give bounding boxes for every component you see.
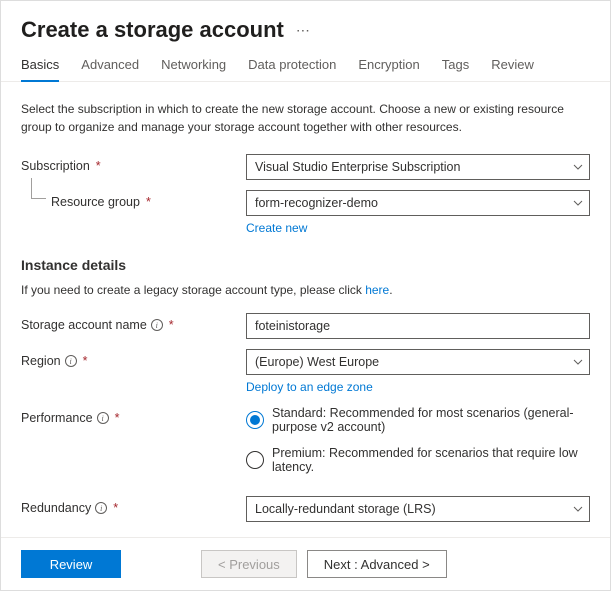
tab-advanced[interactable]: Advanced bbox=[81, 57, 139, 82]
footer: Review < Previous Next : Advanced > bbox=[1, 537, 610, 590]
tab-tags[interactable]: Tags bbox=[442, 57, 469, 82]
tab-networking[interactable]: Networking bbox=[161, 57, 226, 82]
instance-details-heading: Instance details bbox=[21, 257, 590, 273]
redundancy-select[interactable]: Locally-redundant storage (LRS) bbox=[246, 496, 590, 522]
review-button[interactable]: Review bbox=[21, 550, 121, 578]
intro-text: Select the subscription in which to crea… bbox=[21, 100, 590, 136]
info-icon[interactable]: i bbox=[97, 412, 109, 424]
redundancy-label: Redundancy i * bbox=[21, 496, 246, 515]
storage-name-input[interactable] bbox=[246, 313, 590, 339]
info-icon[interactable]: i bbox=[95, 502, 107, 514]
legacy-note: If you need to create a legacy storage a… bbox=[21, 283, 590, 297]
tab-data-protection[interactable]: Data protection bbox=[248, 57, 336, 82]
next-button[interactable]: Next : Advanced > bbox=[307, 550, 447, 578]
performance-standard-radio[interactable] bbox=[246, 411, 264, 429]
chevron-down-icon bbox=[573, 200, 583, 206]
region-label: Region i * bbox=[21, 349, 246, 368]
chevron-down-icon bbox=[573, 506, 583, 512]
more-icon[interactable]: ⋯ bbox=[296, 22, 311, 39]
resource-group-label: Resource group* bbox=[21, 190, 246, 209]
storage-name-label: Storage account name i * bbox=[21, 313, 246, 332]
page-title: Create a storage account bbox=[21, 17, 284, 43]
tabs: Basics Advanced Networking Data protecti… bbox=[1, 51, 610, 82]
performance-standard-label: Standard: Recommended for most scenarios… bbox=[272, 406, 590, 434]
performance-premium-radio[interactable] bbox=[246, 451, 264, 469]
performance-premium-label: Premium: Recommended for scenarios that … bbox=[272, 446, 590, 474]
tab-encryption[interactable]: Encryption bbox=[358, 57, 419, 82]
info-icon[interactable]: i bbox=[65, 355, 77, 367]
region-select[interactable]: (Europe) West Europe bbox=[246, 349, 590, 375]
subscription-select[interactable]: Visual Studio Enterprise Subscription bbox=[246, 154, 590, 180]
chevron-down-icon bbox=[573, 164, 583, 170]
create-new-link[interactable]: Create new bbox=[246, 221, 307, 235]
deploy-edge-link[interactable]: Deploy to an edge zone bbox=[246, 380, 373, 394]
performance-label: Performance i * bbox=[21, 406, 246, 425]
tab-basics[interactable]: Basics bbox=[21, 57, 59, 82]
legacy-here-link[interactable]: here bbox=[365, 283, 389, 297]
previous-button: < Previous bbox=[201, 550, 297, 578]
tab-review[interactable]: Review bbox=[491, 57, 534, 82]
info-icon[interactable]: i bbox=[151, 319, 163, 331]
resource-group-select[interactable]: form-recognizer-demo bbox=[246, 190, 590, 216]
subscription-label: Subscription* bbox=[21, 154, 246, 173]
chevron-down-icon bbox=[573, 359, 583, 365]
